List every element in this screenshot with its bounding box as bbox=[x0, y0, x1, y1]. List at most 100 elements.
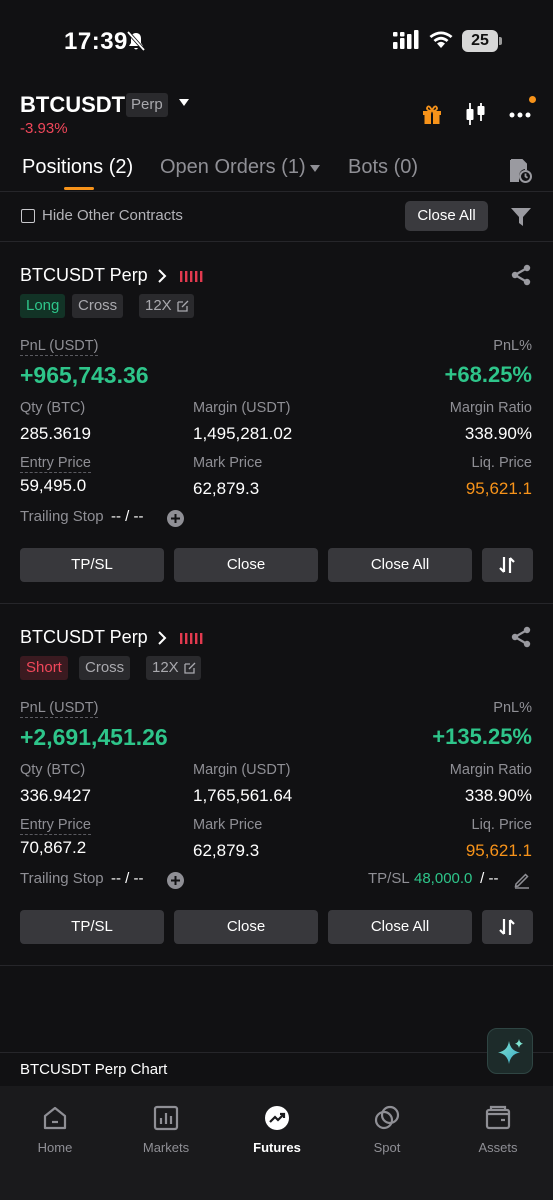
margin-label: Margin (USDT) bbox=[193, 400, 291, 416]
bottom-navigation: Home Markets Futures Spot Assets bbox=[0, 1086, 553, 1200]
margin-mode-tag[interactable]: Cross bbox=[72, 294, 124, 318]
margin-ratio-label: Margin Ratio bbox=[449, 762, 532, 778]
margin-label: Margin (USDT) bbox=[193, 762, 291, 778]
unrealized-pnl: +2,691,451.26 bbox=[20, 724, 168, 750]
liq-price-value: 95,621.1 bbox=[465, 479, 532, 498]
position-title[interactable]: BTCUSDT Perp bbox=[20, 265, 148, 286]
unrealized-pnl: +965,743.36 bbox=[20, 362, 149, 388]
nav-label: Futures bbox=[253, 1140, 301, 1155]
tab-positions[interactable]: Positions (2) bbox=[22, 156, 133, 179]
assets-icon bbox=[485, 1105, 511, 1130]
contract-header: BTCUSDT Perp -3.93% bbox=[0, 84, 553, 144]
chart-bar[interactable]: BTCUSDT Perp Chart bbox=[0, 1052, 553, 1086]
share-icon[interactable] bbox=[510, 626, 532, 648]
positions-tabs: Positions (2) Open Orders (1) Bots (0) bbox=[0, 150, 553, 192]
chart-bar-label[interactable]: BTCUSDT Perp Chart bbox=[20, 1061, 167, 1078]
pnl-pct-label: PnL% bbox=[493, 700, 532, 716]
reverse-position-button[interactable] bbox=[482, 910, 533, 944]
trailing-stop-value: -- / -- bbox=[111, 870, 144, 887]
adl-indicator-icon bbox=[180, 633, 203, 644]
hide-other-contracts-checkbox[interactable] bbox=[21, 209, 35, 223]
nav-markets[interactable]: Markets bbox=[126, 1104, 206, 1155]
tpsl-button[interactable]: TP/SL bbox=[20, 910, 164, 944]
qty-value: 285.3619 bbox=[20, 424, 91, 443]
entry-price-value: 59,495.0 bbox=[20, 476, 87, 495]
trailing-stop-label: Trailing Stop bbox=[20, 508, 104, 525]
reverse-position-button[interactable] bbox=[482, 548, 533, 582]
margin-ratio-value: 338.90% bbox=[464, 424, 532, 443]
candlestick-chart-icon[interactable] bbox=[464, 101, 488, 127]
battery-level: 25 bbox=[462, 30, 498, 52]
side-tag: Short bbox=[20, 656, 68, 680]
close-all-button[interactable]: Close All bbox=[328, 910, 472, 944]
edit-leverage-icon[interactable] bbox=[184, 662, 196, 674]
swap-icon bbox=[499, 919, 515, 935]
pnl-pct-label: PnL% bbox=[493, 338, 532, 354]
tpsl-button[interactable]: TP/SL bbox=[20, 548, 164, 582]
entry-price-value: 70,867.2 bbox=[20, 838, 87, 857]
close-all-positions-button[interactable]: Close All bbox=[405, 201, 488, 231]
notification-dot bbox=[529, 96, 536, 103]
contract-symbol[interactable]: BTCUSDT bbox=[20, 92, 125, 118]
qty-label: Qty (BTC) bbox=[20, 762, 86, 778]
side-tag: Long bbox=[20, 294, 66, 318]
close-position-button[interactable]: Close bbox=[174, 548, 318, 582]
qty-value: 336.9427 bbox=[20, 786, 91, 805]
more-options-icon[interactable] bbox=[508, 102, 534, 124]
edit-leverage-icon[interactable] bbox=[177, 300, 189, 312]
nav-futures[interactable]: Futures bbox=[237, 1104, 317, 1155]
trailing-stop-label: Trailing Stop bbox=[20, 870, 104, 887]
hide-other-contracts-label[interactable]: Hide Other Contracts bbox=[42, 207, 183, 224]
margin-ratio-value: 338.90% bbox=[464, 786, 532, 805]
margin-value: 1,495,281.02 bbox=[193, 424, 293, 443]
nav-assets[interactable]: Assets bbox=[458, 1104, 538, 1155]
bell-muted-icon bbox=[126, 30, 146, 52]
status-bar: 17:39 25 bbox=[0, 0, 553, 80]
nav-label: Markets bbox=[142, 1140, 190, 1155]
order-history-icon[interactable] bbox=[508, 158, 532, 184]
nav-spot[interactable]: Spot bbox=[347, 1104, 427, 1155]
liq-price-value: 95,621.1 bbox=[465, 841, 532, 860]
liq-price-label: Liq. Price bbox=[471, 817, 532, 833]
pnl-label: PnL (USDT) bbox=[20, 338, 99, 356]
chevron-right-icon[interactable] bbox=[157, 269, 167, 283]
position-card-short: BTCUSDT Perp Short Cross 12X PnL (USDT) … bbox=[0, 604, 553, 966]
mark-price-value: 62,879.3 bbox=[193, 479, 260, 498]
nav-label: Home bbox=[37, 1140, 73, 1155]
margin-value: 1,765,561.64 bbox=[193, 786, 293, 805]
liq-price-label: Liq. Price bbox=[471, 455, 532, 471]
edit-tpsl-icon[interactable] bbox=[513, 871, 531, 889]
caret-down-icon[interactable] bbox=[310, 165, 320, 173]
tpsl-label: TP/SL bbox=[368, 870, 410, 887]
price-change: -3.93% bbox=[20, 120, 68, 137]
tab-open-orders[interactable]: Open Orders (1) bbox=[160, 156, 306, 179]
margin-mode-tag[interactable]: Cross bbox=[79, 656, 131, 680]
stop-loss-value: / -- bbox=[476, 870, 499, 887]
chevron-right-icon[interactable] bbox=[157, 631, 167, 645]
adl-indicator-icon bbox=[180, 271, 203, 282]
entry-price-label: Entry Price bbox=[20, 817, 91, 835]
trailing-stop-value: -- / -- bbox=[111, 508, 144, 525]
add-trailing-stop-icon[interactable] bbox=[167, 872, 184, 889]
qty-label: Qty (BTC) bbox=[20, 400, 86, 416]
wifi-icon bbox=[429, 31, 453, 48]
pnl-label: PnL (USDT) bbox=[20, 700, 99, 718]
nav-label: Spot bbox=[373, 1140, 401, 1155]
status-time: 17:39 bbox=[64, 28, 128, 55]
position-card-long: BTCUSDT Perp Long Cross 12X PnL (USDT) P… bbox=[0, 242, 553, 604]
share-icon[interactable] bbox=[510, 264, 532, 286]
add-trailing-stop-icon[interactable] bbox=[167, 510, 184, 527]
nav-home[interactable]: Home bbox=[15, 1104, 95, 1155]
caret-down-icon[interactable] bbox=[178, 98, 190, 108]
entry-price-label: Entry Price bbox=[20, 455, 91, 473]
mark-price-value: 62,879.3 bbox=[193, 841, 260, 860]
filter-icon[interactable] bbox=[510, 206, 532, 228]
positions-filter-row: Hide Other Contracts Close All bbox=[0, 192, 553, 242]
close-all-button[interactable]: Close All bbox=[328, 548, 472, 582]
close-position-button[interactable]: Close bbox=[174, 910, 318, 944]
ai-assistant-button[interactable] bbox=[487, 1028, 533, 1074]
gift-icon[interactable] bbox=[420, 102, 444, 126]
tab-bots[interactable]: Bots (0) bbox=[348, 156, 418, 179]
position-title[interactable]: BTCUSDT Perp bbox=[20, 627, 148, 648]
battery-tip bbox=[499, 37, 502, 45]
